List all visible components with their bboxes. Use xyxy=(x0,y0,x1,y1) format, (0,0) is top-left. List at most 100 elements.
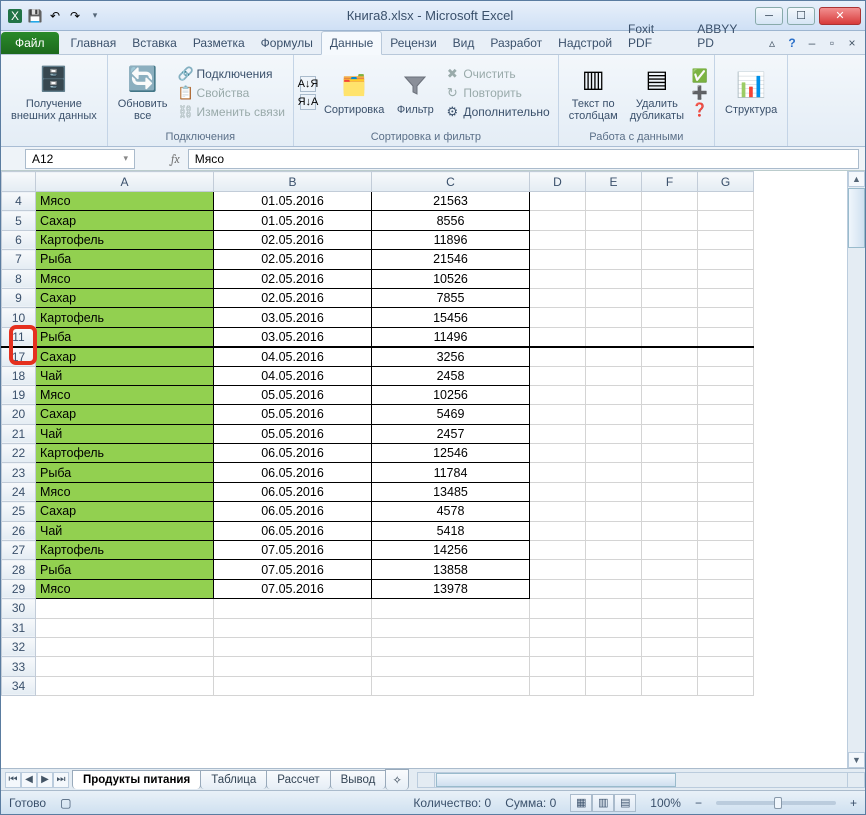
window-restore-icon[interactable]: ▫ xyxy=(825,36,839,50)
cell[interactable]: Мясо xyxy=(36,385,214,404)
cell[interactable] xyxy=(698,288,754,307)
cell[interactable] xyxy=(530,230,586,249)
cell[interactable] xyxy=(530,192,586,211)
cell[interactable]: Чай xyxy=(36,521,214,540)
cell[interactable]: 15456 xyxy=(372,308,530,327)
col-header-A[interactable]: A xyxy=(36,172,214,192)
row-header[interactable]: 22 xyxy=(2,444,36,463)
cell[interactable] xyxy=(530,211,586,230)
cell[interactable] xyxy=(586,618,642,637)
sort-asc-icon[interactable]: A↓Я xyxy=(300,76,316,92)
cell[interactable] xyxy=(36,676,214,695)
cell[interactable]: Чай xyxy=(36,424,214,443)
cell[interactable]: 04.05.2016 xyxy=(214,366,372,385)
tab-addins[interactable]: Надстрой xyxy=(550,32,620,54)
row-header[interactable]: 26 xyxy=(2,521,36,540)
col-header-C[interactable]: C xyxy=(372,172,530,192)
cell[interactable] xyxy=(586,424,642,443)
cell[interactable] xyxy=(586,502,642,521)
row-header[interactable]: 33 xyxy=(2,657,36,676)
worksheet[interactable]: A B C D E F G 4Мясо01.05.2016215635Сахар… xyxy=(1,171,865,768)
cell[interactable]: 13485 xyxy=(372,482,530,501)
cell[interactable] xyxy=(586,308,642,327)
tab-view[interactable]: Вид xyxy=(445,32,483,54)
tab-nav-next[interactable]: ▶ xyxy=(37,772,53,788)
cell[interactable] xyxy=(698,502,754,521)
cell[interactable] xyxy=(372,637,530,656)
cell[interactable] xyxy=(586,521,642,540)
cell[interactable] xyxy=(530,327,586,346)
horizontal-scrollbar[interactable] xyxy=(417,772,865,788)
view-normal-icon[interactable]: ▦ xyxy=(570,794,592,812)
cell[interactable] xyxy=(372,599,530,618)
cell[interactable] xyxy=(586,327,642,346)
row-header[interactable]: 18 xyxy=(2,366,36,385)
col-header-F[interactable]: F xyxy=(642,172,698,192)
cell[interactable] xyxy=(698,618,754,637)
edit-links-button[interactable]: ⛓Изменить связи xyxy=(176,103,287,121)
cell[interactable]: 11496 xyxy=(372,327,530,346)
cell[interactable] xyxy=(642,463,698,482)
row-header[interactable]: 4 xyxy=(2,192,36,211)
cell[interactable]: 3256 xyxy=(372,347,530,366)
cell[interactable] xyxy=(642,347,698,366)
cell[interactable] xyxy=(698,308,754,327)
cell[interactable]: 01.05.2016 xyxy=(214,192,372,211)
cell[interactable]: Рыба xyxy=(36,463,214,482)
tab-insert[interactable]: Вставка xyxy=(124,32,185,54)
cell[interactable] xyxy=(214,676,372,695)
cell[interactable] xyxy=(530,599,586,618)
cell[interactable] xyxy=(214,637,372,656)
cell[interactable]: 06.05.2016 xyxy=(214,482,372,501)
zoom-slider[interactable] xyxy=(716,801,836,805)
cell[interactable] xyxy=(530,250,586,269)
cell[interactable] xyxy=(642,502,698,521)
row-header[interactable]: 29 xyxy=(2,579,36,598)
cell[interactable]: 2458 xyxy=(372,366,530,385)
cell[interactable] xyxy=(372,657,530,676)
row-header[interactable]: 24 xyxy=(2,482,36,501)
help-icon[interactable]: ? xyxy=(785,36,799,50)
macro-record-icon[interactable]: ▢ xyxy=(60,796,71,810)
cell[interactable] xyxy=(642,676,698,695)
row-header[interactable]: 10 xyxy=(2,308,36,327)
cell[interactable] xyxy=(530,444,586,463)
cell[interactable]: 05.05.2016 xyxy=(214,405,372,424)
cell[interactable] xyxy=(586,463,642,482)
col-header-G[interactable]: G xyxy=(698,172,754,192)
cell[interactable]: Мясо xyxy=(36,482,214,501)
cell[interactable] xyxy=(698,366,754,385)
cell[interactable] xyxy=(530,288,586,307)
zoom-out-icon[interactable]: − xyxy=(695,796,702,810)
tab-foxit[interactable]: Foxit PDF xyxy=(620,18,689,54)
sheet-tab-1[interactable]: Таблица xyxy=(200,770,267,789)
zoom-in-icon[interactable]: + xyxy=(850,796,857,810)
cell[interactable] xyxy=(642,560,698,579)
cell[interactable] xyxy=(642,308,698,327)
cell[interactable] xyxy=(586,444,642,463)
cell[interactable] xyxy=(698,269,754,288)
cell[interactable] xyxy=(642,444,698,463)
cell[interactable]: Сахар xyxy=(36,405,214,424)
cell[interactable]: 11784 xyxy=(372,463,530,482)
tab-nav-prev[interactable]: ◀ xyxy=(21,772,37,788)
cell[interactable] xyxy=(530,657,586,676)
cell[interactable] xyxy=(530,579,586,598)
validation-icon[interactable]: ✅ xyxy=(692,68,708,84)
cell[interactable] xyxy=(586,385,642,404)
row-header[interactable]: 11 xyxy=(2,327,36,346)
cell[interactable]: 06.05.2016 xyxy=(214,444,372,463)
cell[interactable] xyxy=(698,192,754,211)
cell[interactable]: Мясо xyxy=(36,269,214,288)
qat-save-icon[interactable]: 💾 xyxy=(27,8,43,24)
cell[interactable] xyxy=(372,676,530,695)
cell[interactable]: 12546 xyxy=(372,444,530,463)
row-header[interactable]: 34 xyxy=(2,676,36,695)
cell[interactable] xyxy=(586,579,642,598)
cell[interactable]: Рыба xyxy=(36,327,214,346)
cell[interactable] xyxy=(698,676,754,695)
cell[interactable]: 07.05.2016 xyxy=(214,579,372,598)
cell[interactable] xyxy=(698,579,754,598)
cell[interactable]: 14256 xyxy=(372,541,530,560)
cell[interactable] xyxy=(530,618,586,637)
